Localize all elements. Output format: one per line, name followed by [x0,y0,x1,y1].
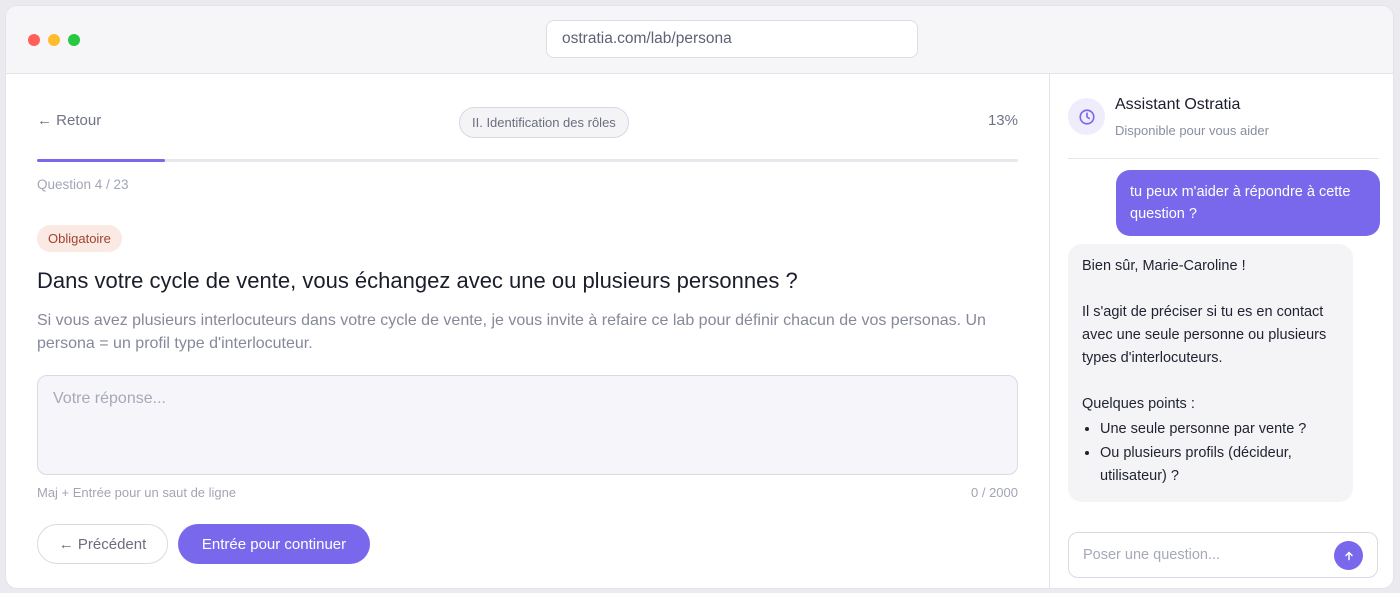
window-maximize-dot[interactable] [68,34,80,46]
assistant-greeting: Bien sûr, Marie-Caroline ! [1082,258,1246,274]
back-link[interactable]: ← Retour [37,112,101,129]
progress-percent: 13% [987,112,1018,129]
character-counter: 0 / 2000 [971,485,1018,500]
assistant-question-input[interactable] [1083,533,1328,577]
assistant-panel: Assistant Ostratia Disponible pour vous … [1049,74,1393,588]
browser-window: ostratia.com/lab/persona ← Retour II. Id… [5,5,1394,589]
assistant-points-list: Une seule personne par vente ? Ou plusie… [1100,418,1339,488]
required-badge: Obligatoire [37,225,122,252]
list-item: Ou plusieurs profils (décideur, utilisat… [1100,442,1339,488]
line-break-hint: Maj + Entrée pour un saut de ligne [37,485,237,500]
section-pill: II. Identification des rôles [459,107,629,138]
question-counter: Question 4 / 23 [37,177,129,192]
list-item: Une seule personne par vente ? [1100,418,1339,441]
previous-button[interactable]: ← Précédent [37,524,168,564]
answer-textarea[interactable] [37,375,1018,475]
window-minimize-dot[interactable] [48,34,60,46]
assistant-avatar [1068,98,1105,135]
assistant-status: Disponible pour vous aider [1115,123,1269,138]
user-message-bubble: tu peux m'aider à répondre à cette quest… [1116,170,1380,236]
questionnaire-panel: ← Retour II. Identification des rôles 13… [6,74,1049,588]
assistant-message-bubble: Bien sûr, Marie-Caroline ! Il s'agit de … [1068,244,1353,502]
progress-bar [37,159,1018,162]
continue-button[interactable]: Entrée pour continuer [178,524,370,564]
window-close-dot[interactable] [28,34,40,46]
assistant-divider [1068,158,1379,159]
question-title: Dans votre cycle de vente, vous échangez… [37,268,798,293]
assistant-points-title: Quelques points : [1082,396,1195,412]
progress-bar-fill [37,159,165,162]
address-bar[interactable]: ostratia.com/lab/persona [546,20,918,58]
assistant-input-box [1068,532,1378,578]
browser-titlebar: ostratia.com/lab/persona [6,6,1393,74]
send-button[interactable] [1334,541,1363,570]
assistant-name: Assistant Ostratia [1115,96,1241,113]
clock-icon [1078,108,1095,125]
question-help-text: Si vous avez plusieurs interlocuteurs da… [37,312,986,352]
arrow-up-icon [1344,551,1353,560]
assistant-explanation: Il s'agit de préciser si tu es en contac… [1082,304,1327,366]
